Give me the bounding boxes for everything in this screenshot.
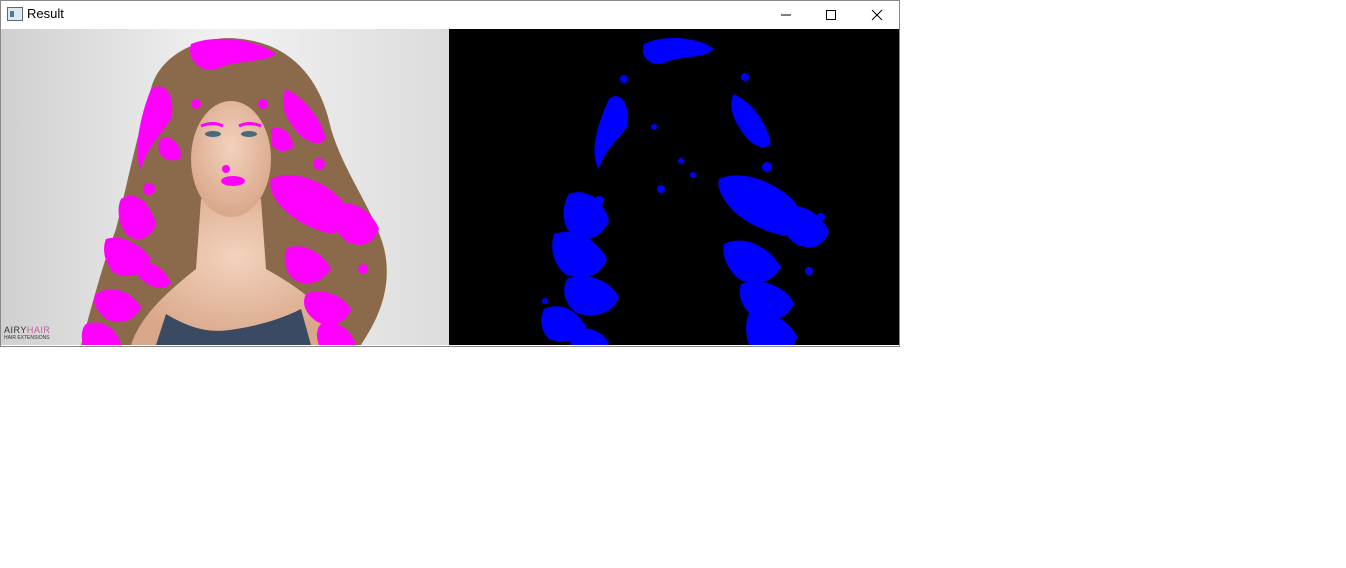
close-button[interactable]: [854, 1, 900, 29]
hair-mask: [449, 29, 899, 345]
window-title: Result: [27, 6, 64, 21]
maximize-icon: [826, 10, 836, 20]
watermark-subtitle: HAIR EXTENSIONS: [4, 335, 50, 341]
image-canvas: AIRYHAIR HAIR EXTENSIONS: [1, 29, 899, 345]
overlay-image: AIRYHAIR HAIR EXTENSIONS: [1, 29, 449, 345]
minimize-icon: [781, 14, 791, 16]
mask-image: [449, 29, 899, 345]
overlay-photo: [1, 29, 449, 345]
close-icon: [871, 9, 883, 21]
watermark-logo: AIRYHAIR HAIR EXTENSIONS: [4, 325, 51, 342]
app-icon: [7, 7, 23, 21]
minimize-button[interactable]: [763, 1, 809, 29]
result-window: Result AIRYHAIR HAIR EXTENSIONS: [0, 0, 900, 347]
maximize-button[interactable]: [808, 1, 854, 29]
watermark-brand: AIRYHAIR: [4, 325, 51, 335]
title-bar[interactable]: Result: [1, 1, 899, 29]
